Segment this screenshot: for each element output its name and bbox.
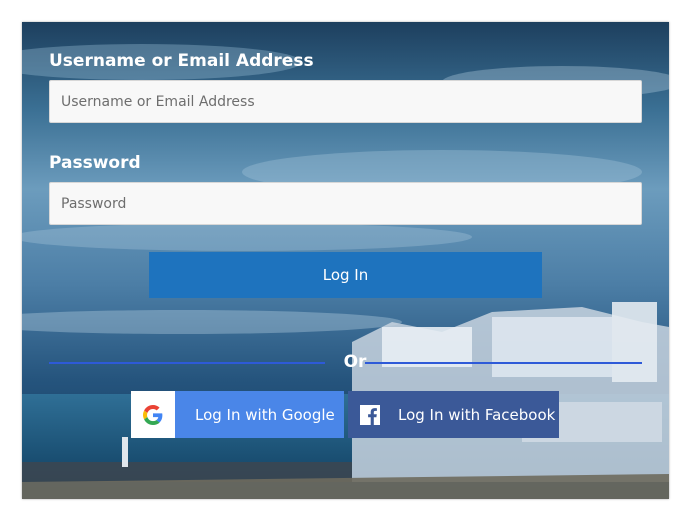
login-button-label: Log In (322, 266, 369, 284)
google-login-label: Log In with Google (195, 405, 335, 424)
divider-right (365, 362, 642, 364)
password-label: Password (49, 153, 141, 173)
username-label: Username or Email Address (49, 51, 314, 71)
google-login-button[interactable]: Log In with Google (131, 391, 344, 438)
facebook-icon (348, 391, 392, 438)
password-input[interactable] (49, 182, 642, 225)
facebook-login-label: Log In with Facebook (398, 405, 556, 424)
login-button[interactable]: Log In (149, 252, 542, 298)
login-panel: Username or Email Address Password Log I… (22, 22, 669, 499)
facebook-login-button[interactable]: Log In with Facebook (348, 391, 559, 438)
divider-left (49, 362, 325, 364)
google-icon (131, 391, 175, 438)
username-input[interactable] (49, 80, 642, 123)
